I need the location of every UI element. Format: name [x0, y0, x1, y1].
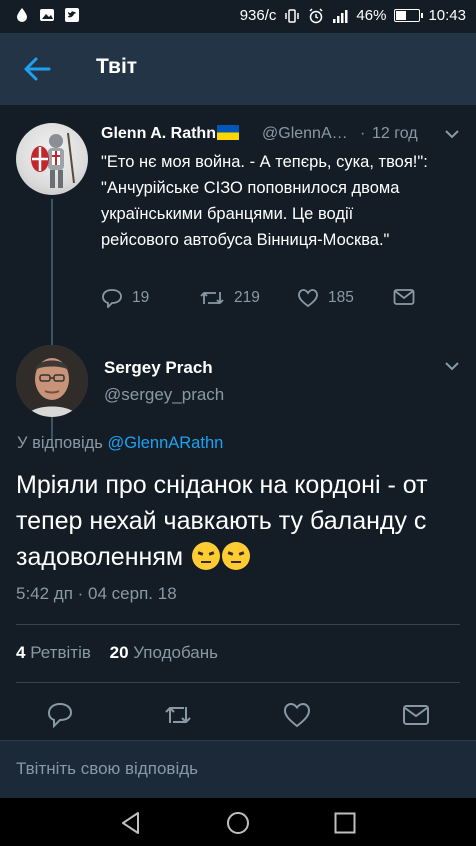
image-icon — [40, 9, 54, 21]
status-bar: 936/с 46% 10:43 — [0, 0, 476, 33]
like-button[interactable]: 185 — [297, 288, 354, 308]
reply-button[interactable]: 19 — [101, 288, 149, 308]
reply-input[interactable]: Твітніть свою відповідь — [16, 759, 198, 779]
nav-recents-icon[interactable] — [332, 810, 358, 836]
notification-icons — [14, 7, 80, 23]
tweet-timestamp: 5:42 дп · 04 серп. 18 — [16, 584, 177, 603]
back-arrow-icon[interactable] — [22, 55, 52, 83]
chevron-down-icon[interactable] — [443, 359, 461, 373]
avatar[interactable] — [16, 123, 88, 195]
heart-icon — [298, 289, 318, 308]
reply-composer: Твітніть свою відповідь — [0, 740, 476, 798]
reply-prefix: У відповідь — [17, 434, 108, 452]
system-nav-bar — [0, 798, 476, 846]
like-count: 185 — [328, 289, 354, 306]
retweet-button[interactable]: 219 — [199, 288, 260, 308]
tweet-actions — [0, 700, 476, 730]
retweets-stat[interactable]: 4 Ретвітів — [16, 643, 91, 662]
ukraine-flag-icon — [216, 125, 239, 140]
retweet-icon — [200, 292, 224, 304]
heart-icon[interactable] — [282, 700, 312, 730]
author-name[interactable]: Glenn A. Rathn — [101, 125, 239, 143]
twitter-icon — [65, 8, 79, 22]
divider — [16, 624, 460, 625]
mail-icon — [393, 289, 415, 305]
system-indicators: 936/с 46% 10:43 — [240, 7, 466, 24]
angry-face-icon — [222, 542, 250, 570]
tweet-text: "Ето нє моя война. - А тепєрь, сука, тво… — [101, 153, 428, 249]
nav-home-icon[interactable] — [225, 810, 251, 836]
clock: 10:43 — [428, 7, 466, 24]
alarm-icon — [309, 7, 323, 23]
likes-count: 20 — [109, 643, 129, 662]
nav-back-icon[interactable] — [118, 810, 144, 836]
likes-stat[interactable]: 20 Уподобань — [110, 643, 218, 662]
reply-icon[interactable] — [45, 700, 75, 730]
knight-avatar-image — [31, 132, 75, 188]
angry-face-icon — [192, 542, 220, 570]
app-header: Твіт — [0, 33, 476, 105]
vibrate-icon — [285, 8, 300, 23]
tweet-actions: 19 219 185 — [101, 288, 431, 314]
reply-count: 19 — [132, 289, 150, 306]
tweet-time: 12 год — [372, 125, 418, 142]
divider — [16, 682, 460, 683]
tweet-stats: 4 Ретвітів 20 Уподобань — [16, 643, 232, 663]
mail-icon[interactable] — [401, 700, 431, 730]
reply-context: У відповідь @GlennARathn — [17, 434, 223, 453]
reply-icon — [102, 289, 122, 308]
tweet-text: Мріяли про сніданок на кордоні - от тепе… — [16, 467, 468, 575]
author-name[interactable]: Sergey Prach — [104, 358, 213, 378]
author-handle[interactable]: @GlennA… — [262, 125, 348, 143]
chevron-down-icon[interactable] — [443, 127, 461, 141]
profile-photo — [16, 345, 88, 417]
likes-label: Уподобань — [133, 643, 219, 662]
retweets-label: Ретвітів — [30, 643, 91, 662]
share-button[interactable] — [393, 288, 415, 306]
avatar[interactable] — [16, 345, 88, 417]
battery-percent: 46% — [356, 7, 387, 24]
retweet-count: 219 — [234, 289, 260, 306]
network-speed: 936/с — [239, 7, 277, 24]
battery-icon — [394, 9, 424, 22]
droplet-icon — [17, 8, 27, 22]
page-title: Твіт — [96, 55, 138, 78]
retweets-count: 4 — [16, 643, 26, 662]
parent-tweet[interactable]: Glenn A. Rathn @GlennA… · 12 год "Ето нє… — [0, 105, 476, 439]
retweet-icon[interactable] — [163, 700, 193, 730]
separator-dot: · — [360, 125, 366, 142]
reply-to-link[interactable]: @GlennARathn — [107, 434, 223, 452]
signal-icon — [333, 9, 348, 23]
author-handle[interactable]: @sergey_prach — [104, 385, 224, 405]
